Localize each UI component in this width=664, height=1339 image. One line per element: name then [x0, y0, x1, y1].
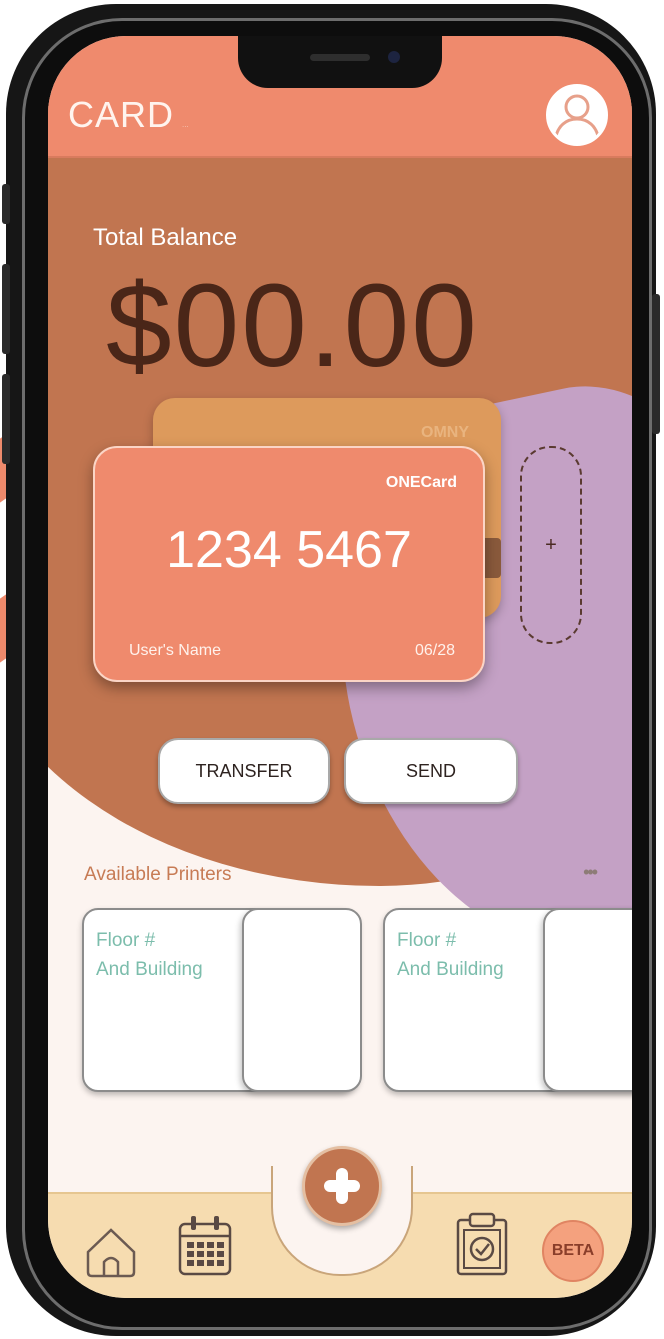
card-expiry: 06/28 [414, 642, 455, 659]
home-icon [86, 1228, 136, 1278]
side-button [652, 294, 660, 434]
available-printers-title: Available Printers [84, 864, 232, 885]
side-button [2, 184, 10, 224]
total-balance-label: Total Balance [93, 224, 238, 251]
notch [238, 36, 442, 88]
more-options-icon[interactable]: ••• [583, 862, 598, 883]
printer-location: Floor # And Building [96, 926, 246, 984]
add-card-button[interactable]: + [520, 446, 582, 644]
printer-building: And Building [397, 959, 504, 980]
printer-location: Floor # And Building [397, 926, 547, 984]
add-icon-vertical [336, 1168, 348, 1204]
transfer-button[interactable]: TRANSFER [158, 738, 330, 804]
add-button[interactable] [302, 1146, 382, 1226]
printer-card[interactable]: Floor # And Building [82, 908, 362, 1092]
profile-button[interactable] [546, 84, 608, 146]
printer-card-panel[interactable] [543, 908, 632, 1092]
card-brand: ONECard [385, 474, 457, 491]
nav-tasks[interactable] [452, 1210, 512, 1283]
onecard-card[interactable]: ONECard 1234 5467 User's Name 06/28 [93, 446, 485, 682]
beta-badge[interactable]: BETA [542, 1220, 604, 1282]
plus-icon: + [545, 533, 557, 556]
printer-floor: Floor # [96, 930, 156, 951]
calendar-icon [178, 1216, 232, 1276]
front-camera [388, 51, 400, 63]
app-title-suffix: ... [182, 120, 189, 129]
user-icon [553, 94, 601, 142]
printer-floor: Floor # [397, 930, 457, 951]
nav-home[interactable] [82, 1222, 140, 1285]
nav-calendar[interactable] [174, 1212, 236, 1283]
omny-card-label: OMNY [421, 424, 469, 441]
clipboard-check-icon [456, 1212, 508, 1276]
printer-card[interactable]: Floor # And Building [383, 908, 632, 1092]
send-button[interactable]: SEND [344, 738, 518, 804]
speaker-grille [310, 54, 370, 61]
app-screen: CARD ... Total Balance $00.00 OMNY ONECa… [48, 36, 632, 1298]
side-button [2, 264, 10, 354]
card-number: 1234 5467 [166, 521, 412, 579]
printer-card-panel[interactable] [242, 908, 362, 1092]
app-title: CARD [68, 94, 175, 135]
side-button [2, 374, 10, 464]
total-balance-value: $00.00 [106, 260, 479, 392]
card-holder-name: User's Name [129, 642, 221, 659]
printer-building: And Building [96, 959, 203, 980]
